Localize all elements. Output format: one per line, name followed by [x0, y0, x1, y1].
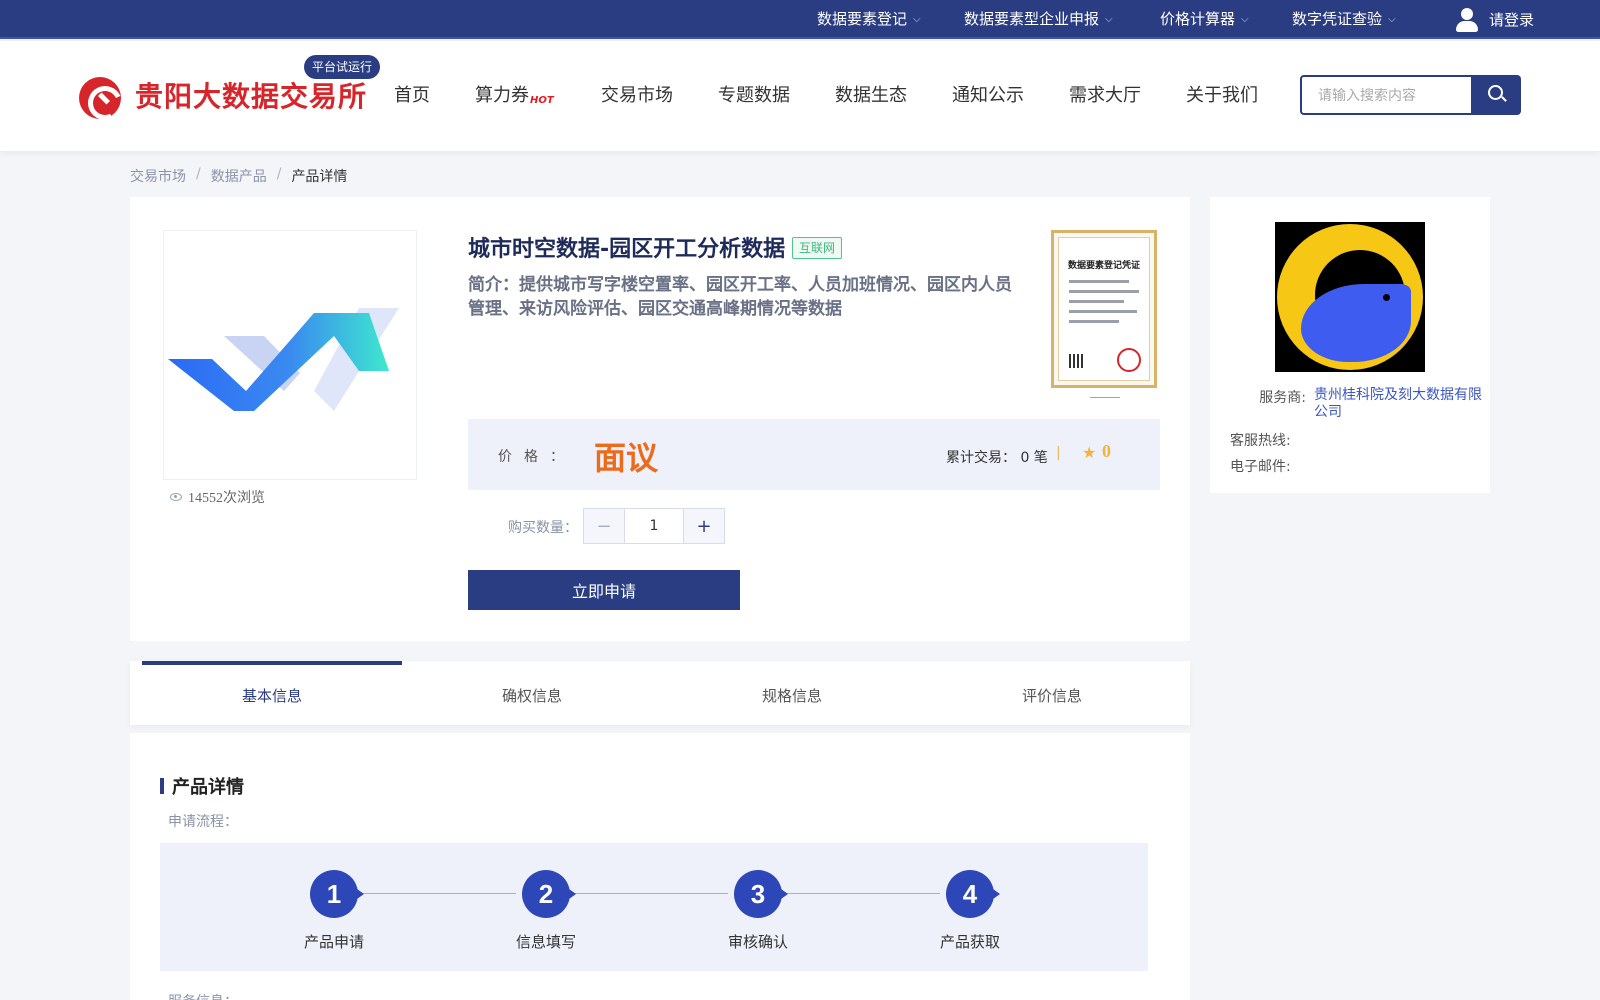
search-button[interactable] — [1471, 75, 1521, 115]
topnav-label: 数据要素型企业申报 — [964, 10, 1100, 28]
registration-certificate[interactable]: 数据要素登记凭证 — [1051, 230, 1157, 388]
qr-code-icon — [1069, 354, 1083, 368]
breadcrumb: 交易市场 / 数据产品 / 产品详情 — [130, 166, 347, 186]
flow-connector — [780, 893, 940, 894]
section-marker — [160, 778, 164, 794]
login-label: 请登录 — [1488, 11, 1534, 29]
rating-value: 0 — [1102, 441, 1111, 461]
step-2-number: 2 — [522, 870, 576, 918]
increase-quantity-button[interactable]: + — [683, 509, 724, 543]
step-1-number: 1 — [310, 870, 364, 918]
vendor-card: 服务商: 贵州桂科院及刻大数据有限公司 客服热线: 电子邮件: — [1210, 197, 1490, 493]
product-card: 14552次浏览 城市时空数据-园区开工分析数据 互联网 简介：提供城市写字楼空… — [130, 197, 1190, 641]
trial-badge: 平台试运行 — [304, 55, 381, 79]
nav-topic-data[interactable]: 专题数据 — [718, 81, 790, 107]
topnav-label: 价格计算器 — [1160, 10, 1236, 28]
search-input[interactable] — [1300, 75, 1471, 115]
user-icon — [1455, 7, 1479, 32]
vendor-email-row: 电子邮件: — [1230, 456, 1291, 476]
logo-icon[interactable] — [79, 77, 121, 119]
trade-count: 累计交易： 0 笔 — [946, 450, 1048, 466]
product-summary: 简介：提供城市写字楼空置率、园区开工率、人员加班情况、园区内人员管理、来访风险评… — [468, 275, 1012, 319]
apply-now-button[interactable]: 立即申请 — [468, 570, 740, 610]
nav-data-ecosystem[interactable]: 数据生态 — [835, 81, 907, 107]
breadcrumb-current: 产品详情 — [291, 169, 348, 185]
top-utility-bar: 数据要素登记 ⌵ 数据要素型企业申报 ⌵ 价格计算器 ⌵ 数字凭证查验 ⌵ 请登… — [0, 0, 1600, 39]
breadcrumb-data-products[interactable]: 数据产品 — [211, 166, 267, 186]
step-1-label: 产品申请 — [303, 933, 364, 951]
section-title: 产品详情 — [160, 773, 244, 799]
nav-notices[interactable]: 通知公示 — [952, 81, 1024, 107]
main-header: 贵阳大数据交易所 平台试运行 首页 算力券 HOT 交易市场 专题数据 数据生态… — [0, 41, 1600, 151]
product-logo-icon — [168, 308, 399, 411]
breadcrumb-separator: / — [196, 166, 201, 182]
nav-compute-voucher[interactable]: 算力券 — [475, 81, 529, 107]
chevron-down-icon: ⌵ — [913, 14, 921, 25]
breadcrumb-separator: / — [276, 166, 282, 182]
search-icon — [1488, 85, 1503, 100]
divider: | — [1056, 445, 1061, 461]
tab-rights-info[interactable]: 确权信息 — [402, 661, 662, 725]
tab-spec-info[interactable]: 规格信息 — [662, 661, 922, 725]
quantity-label: 购买数量： — [508, 520, 578, 536]
topnav-label: 数据要素登记 — [817, 10, 908, 28]
quantity-input[interactable]: 1 — [625, 509, 683, 543]
vendor-hotline-row: 客服热线: — [1230, 430, 1291, 450]
topnav-enterprise-declaration[interactable]: 数据要素型企业申报 ⌵ — [964, 0, 1113, 39]
certificate-title: 数据要素登记凭证 — [1067, 261, 1140, 271]
step-3-label: 审核确认 — [727, 933, 788, 951]
nav-demand-hall[interactable]: 需求大厅 — [1069, 81, 1141, 107]
vendor-provider-row: 服务商: 贵州桂科院及刻大数据有限公司 — [1230, 387, 1494, 421]
step-3-number: 3 — [734, 870, 788, 918]
service-info-label: 服务信息： — [168, 991, 238, 1000]
section-title-label: 产品详情 — [172, 777, 244, 798]
topnav-certificate-verify[interactable]: 数字凭证查验 ⌵ — [1292, 0, 1396, 39]
flow-connector — [568, 893, 728, 894]
nav-about-us[interactable]: 关于我们 — [1186, 81, 1258, 107]
vendor-logo — [1275, 222, 1425, 372]
price-value: 面议 — [594, 439, 659, 477]
login-link[interactable]: 请登录 — [1455, 0, 1534, 39]
certificate-underline — [1090, 397, 1120, 398]
hotline-label: 客服热线: — [1230, 433, 1291, 449]
price-label: 价格： — [498, 449, 564, 465]
flow-connector — [356, 893, 516, 894]
decrease-quantity-button[interactable]: − — [584, 509, 625, 543]
provider-value[interactable]: 贵州桂科院及刻大数据有限公司 — [1314, 387, 1494, 421]
product-thumbnail — [163, 230, 417, 480]
provider-label: 服务商: — [1259, 390, 1306, 406]
step-4-number: 4 — [946, 870, 1000, 918]
view-count: 14552次浏览 — [170, 487, 265, 507]
email-label: 电子邮件: — [1230, 459, 1291, 475]
flow-label: 申请流程： — [168, 814, 238, 830]
product-detail-section: 产品详情 申请流程： 1 产品申请 2 信息填写 3 审核确认 4 产品获取 服… — [130, 733, 1190, 1000]
eye-icon — [170, 493, 182, 501]
hot-badge-icon: HOT — [530, 95, 554, 106]
site-logo-text[interactable]: 贵阳大数据交易所 — [135, 75, 367, 115]
chevron-down-icon: ⌵ — [1388, 14, 1396, 25]
tab-basic-info[interactable]: 基本信息 — [142, 661, 402, 725]
nav-trading-market[interactable]: 交易市场 — [601, 81, 673, 107]
chevron-down-icon: ⌵ — [1105, 14, 1113, 25]
breadcrumb-trading-market[interactable]: 交易市场 — [130, 166, 186, 186]
step-2-label: 信息填写 — [515, 933, 576, 951]
step-4-label: 产品获取 — [939, 933, 1000, 951]
info-tabs: 基本信息 确权信息 规格信息 评价信息 — [130, 661, 1190, 725]
star-icon: ★ — [1082, 443, 1097, 462]
category-tag: 互联网 — [792, 237, 843, 259]
certificate-image: 数据要素登记凭证 — [1058, 237, 1150, 381]
topnav-label: 数字凭证查验 — [1292, 10, 1383, 28]
quantity-stepper: − 1 + — [583, 508, 725, 544]
topnav-data-registration[interactable]: 数据要素登记 ⌵ — [817, 0, 921, 39]
topnav-price-calculator[interactable]: 价格计算器 ⌵ — [1160, 0, 1249, 39]
seal-icon — [1117, 348, 1141, 372]
application-flow: 1 产品申请 2 信息填写 3 审核确认 4 产品获取 — [160, 843, 1148, 971]
product-title: 城市时空数据-园区开工分析数据 — [468, 237, 786, 262]
chevron-down-icon: ⌵ — [1241, 14, 1249, 25]
nav-home[interactable]: 首页 — [394, 81, 430, 107]
price-panel: 价格： 面议 累计交易： 0 笔 | ★ 0 — [468, 419, 1160, 490]
tab-review-info[interactable]: 评价信息 — [922, 661, 1182, 725]
view-count-label: 14552次浏览 — [188, 491, 265, 506]
